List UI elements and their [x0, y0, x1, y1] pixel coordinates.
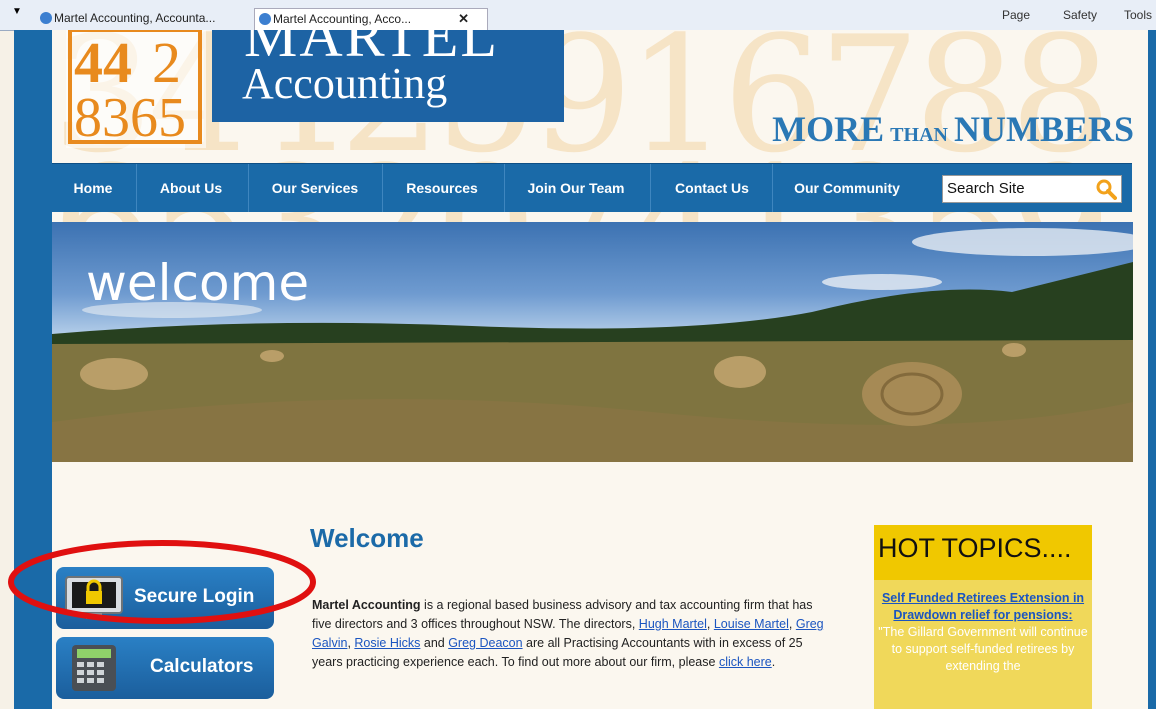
svg-text:2: 2	[152, 30, 181, 95]
tagline-than: THAN	[890, 124, 948, 146]
svg-text:8365: 8365	[74, 87, 186, 149]
nav-our-community[interactable]: Our Community	[782, 164, 912, 212]
nav-home[interactable]: Home	[62, 164, 124, 212]
hot-topics-title: HOT TOPICS....	[878, 533, 1072, 563]
welcome-paragraph: Martel Accounting is a regional based bu…	[312, 596, 832, 672]
nav-divider	[248, 164, 249, 212]
nav-our-services[interactable]: Our Services	[260, 164, 370, 212]
banner-welcome-text: welcome	[86, 254, 310, 312]
paragraph-text: ,	[706, 617, 714, 631]
hot-topics-body: Self Funded Retirees Extension in Drawdo…	[874, 580, 1092, 709]
logo-wordmark[interactable]: MARTEL Accounting	[212, 30, 564, 122]
hot-topic-quote: "The Gillard Government will continue to…	[878, 625, 1088, 673]
page-title: Welcome	[310, 523, 424, 553]
nav-about-us[interactable]: About Us	[148, 164, 234, 212]
ie-icon	[259, 13, 271, 25]
nav-join-our-team[interactable]: Join Our Team	[514, 164, 638, 212]
tools-menu[interactable]: Tools	[1124, 8, 1152, 22]
director-link-louise-martel[interactable]: Louise Martel	[714, 617, 789, 631]
director-link-greg-deacon[interactable]: Greg Deacon	[448, 636, 522, 650]
paragraph-text: .	[771, 655, 776, 669]
firm-name: Martel Accounting	[312, 598, 421, 612]
nav-divider	[504, 164, 505, 212]
nav-divider	[650, 164, 651, 212]
tagline-numbers: NUMBERS	[953, 109, 1134, 149]
director-link-rosie-hicks[interactable]: Rosie Hicks	[354, 636, 420, 650]
hot-topic-link[interactable]: Self Funded Retirees Extension in Drawdo…	[874, 580, 1092, 624]
calculator-icon	[72, 645, 116, 691]
calculators-button[interactable]: Calculators	[56, 637, 274, 699]
tagline: MORE THAN NUMBERS	[772, 108, 1134, 150]
calculators-label: Calculators	[150, 656, 254, 677]
nav-divider	[382, 164, 383, 212]
nav-resources[interactable]: Resources	[394, 164, 490, 212]
click-here-link[interactable]: click here	[719, 655, 772, 669]
browser-tab-bar: ▼ Martel Accounting, Accounta... Martel …	[0, 0, 1156, 31]
hero-banner: welcome	[52, 222, 1133, 462]
svg-text:44: 44	[74, 30, 132, 95]
search-input[interactable]: Search Site	[942, 175, 1122, 203]
hot-topics-panel: HOT TOPICS.... Self Funded Retirees Exte…	[874, 525, 1092, 709]
nav-divider	[136, 164, 137, 212]
tagline-more: MORE	[772, 109, 885, 149]
tab-label: Martel Accounting, Accounta...	[54, 11, 216, 25]
page-menu[interactable]: Page	[1002, 8, 1030, 22]
search-placeholder: Search Site	[947, 180, 1025, 197]
paragraph-text: and	[420, 636, 449, 650]
safety-menu[interactable]: Safety	[1063, 8, 1097, 22]
tab-label: Martel Accounting, Acco...	[273, 12, 412, 26]
tab-list-dropdown-icon[interactable]: ▼	[12, 6, 22, 17]
logo-digits-mark: 44 2 8365	[66, 30, 206, 149]
annotation-circle	[8, 540, 316, 624]
browser-tab-2[interactable]: Martel Accounting, Acco... ✕	[254, 8, 488, 30]
browser-tab-1[interactable]: Martel Accounting, Accounta...	[36, 8, 266, 30]
logo-subtitle: Accounting	[242, 59, 448, 108]
nav-divider	[772, 164, 773, 212]
ie-icon	[40, 12, 52, 24]
close-icon[interactable]: ✕	[458, 9, 469, 29]
main-nav: Home About Us Our Services Resources Joi…	[52, 163, 1132, 212]
search-icon[interactable]	[1095, 178, 1117, 200]
paragraph-text: ,	[788, 617, 796, 631]
nav-contact-us[interactable]: Contact Us	[662, 164, 762, 212]
director-link-hugh-martel[interactable]: Hugh Martel	[639, 617, 707, 631]
